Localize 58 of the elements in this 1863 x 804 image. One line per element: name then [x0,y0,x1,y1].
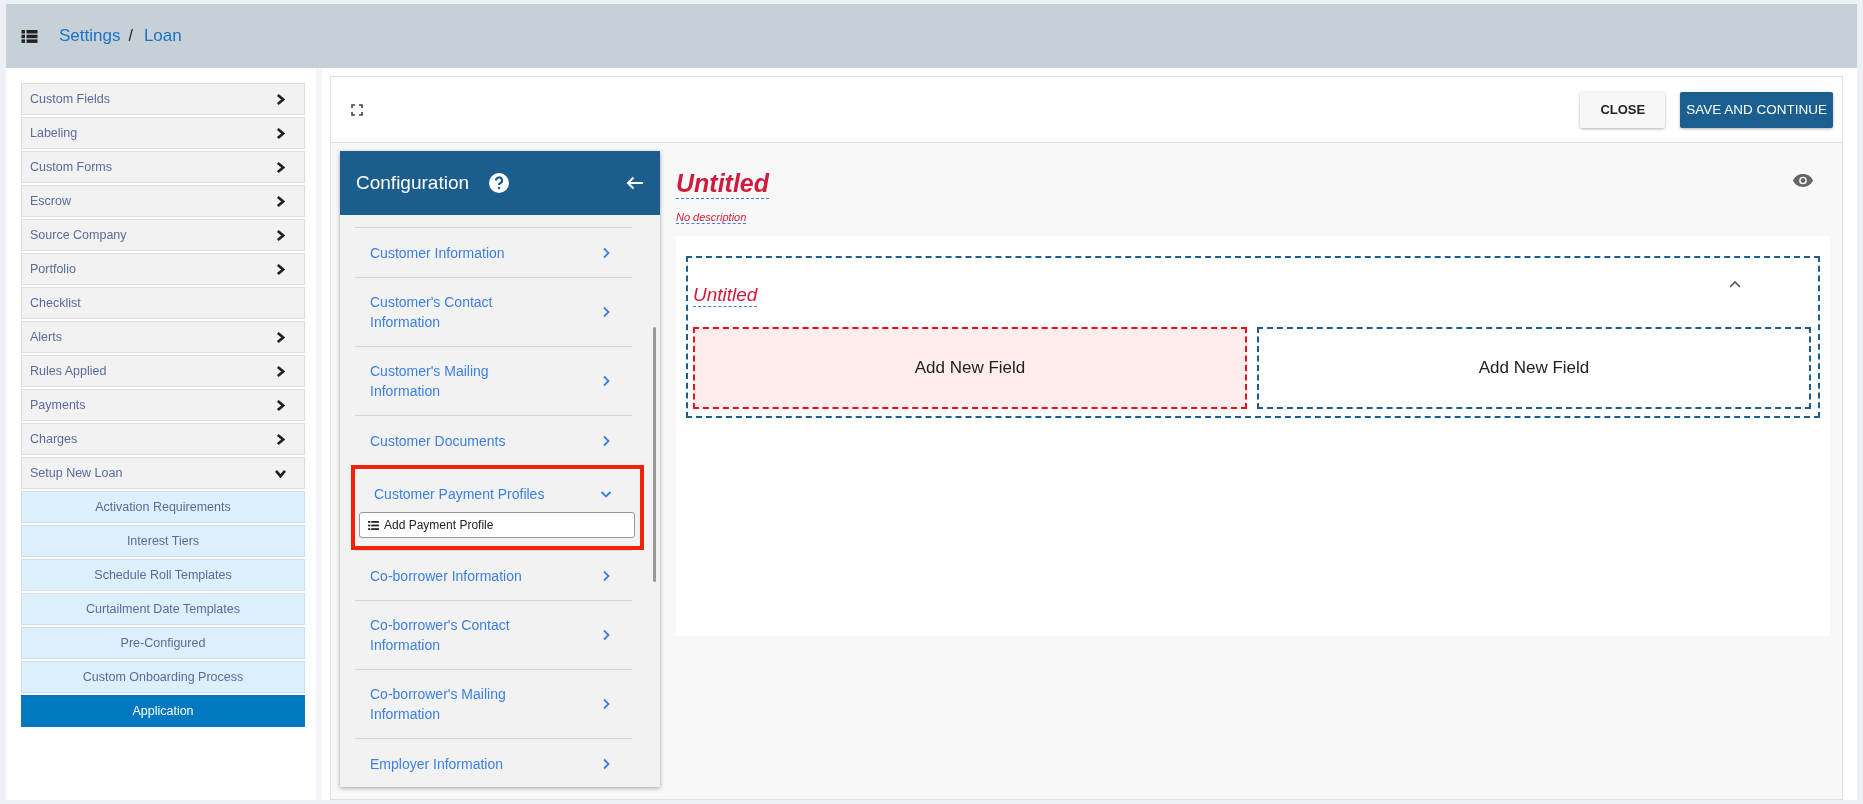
configuration-item[interactable]: Customer Information [355,228,632,277]
chevron-icon [276,127,285,139]
form-description[interactable]: No description [676,211,747,224]
sidebar-subitem[interactable]: Curtailment Date Templates [21,593,305,625]
sidebar-subitem[interactable]: Custom Onboarding Process [21,661,305,693]
save-button[interactable]: SAVE AND CONTINUE [1680,91,1833,128]
sidebar-item[interactable]: Escrow [21,185,305,217]
sidebar-item[interactable]: Alerts [21,321,305,353]
sidebar-item[interactable]: Source Company [21,219,305,251]
scrollbar-thumb[interactable] [653,327,656,582]
section-title[interactable]: Untitled [693,284,758,307]
configuration-item[interactable]: Co-borrower's Mailing Information [355,670,632,738]
sidebar-item[interactable]: Custom Forms [21,151,305,183]
sidebar-item[interactable]: Setup New Loan [21,457,305,489]
sidebar-subitem[interactable]: Activation Requirements [21,491,305,523]
add-payment-profile-button[interactable]: Add Payment Profile [359,512,635,538]
chevron-icon [276,161,285,173]
back-arrow-icon[interactable] [626,176,644,190]
form-title[interactable]: Untitled [676,169,770,199]
sidebar-item[interactable]: Labeling [21,117,305,149]
configuration-item[interactable]: Customer's Mailing Information [355,347,632,415]
eye-icon[interactable] [1792,173,1814,188]
help-icon[interactable] [489,173,510,193]
caret-icon[interactable] [1729,280,1741,288]
sidebar-subitem[interactable]: Pre-Configured [21,627,305,659]
chevron-icon [276,93,285,105]
configuration-title: Configuration [356,172,470,194]
sidebar-item[interactable]: Checklist [21,287,305,319]
sidebar-subitem[interactable]: Interest Tiers [21,525,305,557]
chevron-icon [276,433,285,445]
chevron-icon [276,229,285,241]
close-button[interactable]: CLOSE [1580,91,1666,128]
configuration-item[interactable]: Employer Information [355,739,632,787]
sidebar-item[interactable]: Custom Fields [21,83,305,115]
add-field-slot[interactable]: Add New Field [693,327,1247,409]
add-field-slot[interactable]: Add New Field [1257,327,1811,409]
sidebar-item[interactable]: Portfolio [21,253,305,285]
menu-icon[interactable] [21,29,38,43]
breadcrumb-separator: / [128,27,133,45]
chevron-icon [275,468,286,478]
sidebar-item[interactable]: Charges [21,423,305,455]
configuration-item[interactable]: Customer Documents [355,416,632,465]
chevron-icon [276,331,285,343]
chevron-icon [276,195,285,207]
chevron-icon [276,365,285,377]
fullscreen-icon[interactable] [351,103,363,116]
sidebar-item[interactable]: Rules Applied [21,355,305,387]
breadcrumb-link[interactable]: Loan [143,26,182,46]
configuration-item[interactable]: Co-borrower Information [355,551,632,600]
sidebar-subitem[interactable]: Application [21,695,305,727]
configuration-item[interactable]: Customer's Contact Information [355,278,632,346]
configuration-item[interactable]: Co-borrower's Contact Information [355,601,632,669]
list-icon [368,520,379,530]
chevron-icon [276,263,285,275]
sidebar-subitem[interactable]: Schedule Roll Templates [21,559,305,591]
breadcrumb-link[interactable]: Settings [59,26,121,46]
chevron-icon [276,399,285,411]
sidebar-item[interactable]: Payments [21,389,305,421]
